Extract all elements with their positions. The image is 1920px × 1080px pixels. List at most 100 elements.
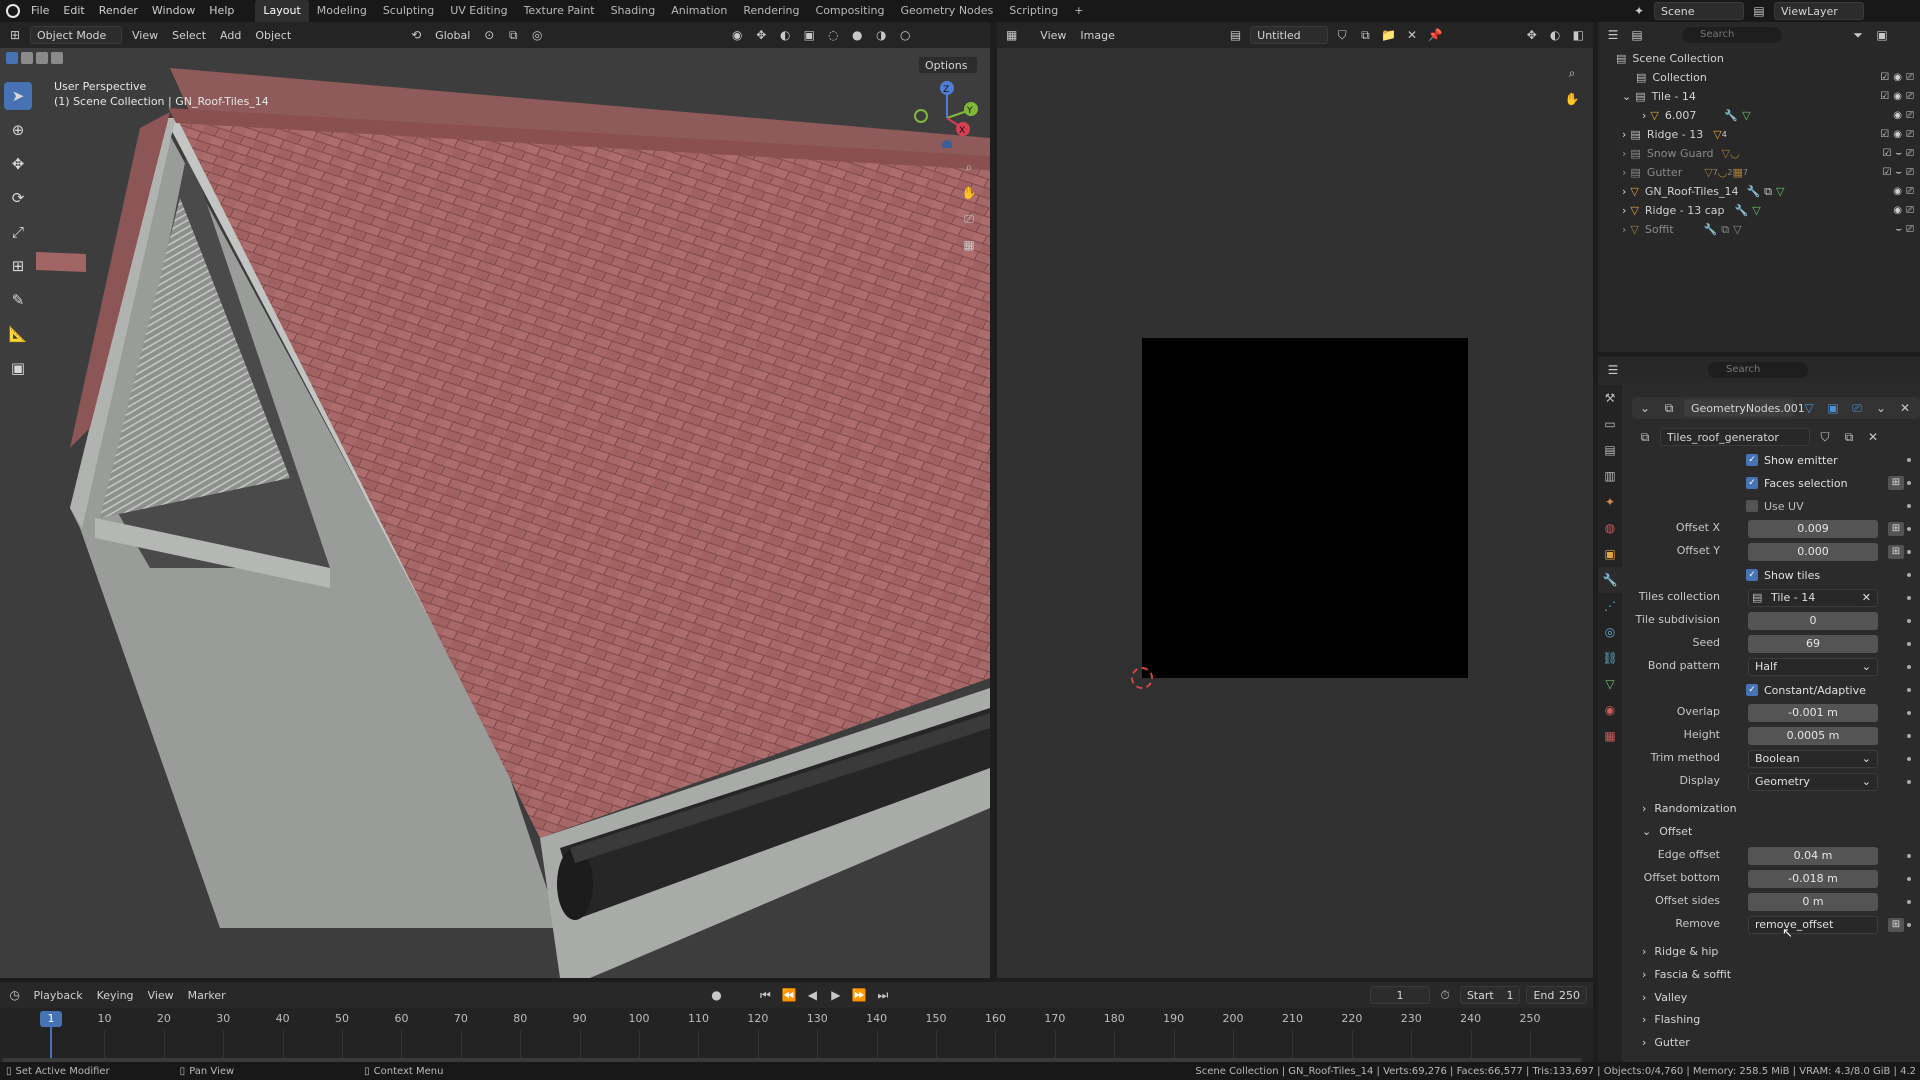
outliner-type-icon[interactable]: ☰ bbox=[1604, 26, 1622, 44]
eye-icon[interactable]: ◉ bbox=[1893, 205, 1902, 216]
camera-icon[interactable]: ⎚ bbox=[1906, 72, 1914, 83]
eye-hidden-icon[interactable]: ⌣ bbox=[1895, 167, 1902, 178]
clear-icon[interactable]: ✕ bbox=[1862, 590, 1871, 606]
image-canvas[interactable] bbox=[1142, 338, 1468, 678]
xray-icon[interactable]: ▣ bbox=[800, 26, 818, 44]
filter-icon[interactable]: ⏷ bbox=[1849, 26, 1867, 44]
bond-pattern-select[interactable]: Half ⌄ bbox=[1748, 658, 1878, 676]
duplicate-icon[interactable]: ⧉ bbox=[1840, 428, 1858, 446]
gizmo-icon[interactable]: ✥ bbox=[752, 26, 770, 44]
scene-tab-icon[interactable]: ✦ bbox=[1598, 489, 1622, 515]
properties-search-input[interactable]: Search bbox=[1708, 362, 1808, 378]
checkbox-icon[interactable]: ☑ bbox=[1880, 91, 1889, 102]
image-pan-icon[interactable]: ✋ bbox=[1563, 90, 1581, 108]
tab-compositing[interactable]: Compositing bbox=[808, 0, 893, 22]
unlink-icon[interactable]: ✕ bbox=[1864, 428, 1882, 446]
visibility-icon[interactable]: ◉ bbox=[728, 26, 746, 44]
new-collection-icon[interactable]: ▣ bbox=[1873, 26, 1891, 44]
constraints-tab-icon[interactable]: ⛓ bbox=[1598, 645, 1622, 671]
render-toggle-icon[interactable]: ⎚ bbox=[1848, 399, 1866, 417]
tab-shading[interactable]: Shading bbox=[603, 0, 664, 22]
keyframe-dot[interactable] bbox=[1907, 877, 1911, 881]
annotate-tool-icon[interactable]: ✎ bbox=[4, 286, 32, 314]
snap-icon[interactable]: ⧉ bbox=[504, 26, 522, 44]
seed-field[interactable]: 69 bbox=[1748, 635, 1878, 653]
edit-mode-toggle-icon[interactable]: ▽ bbox=[1800, 399, 1818, 417]
scale-tool-icon[interactable]: ⤢ bbox=[4, 218, 32, 246]
trim-method-select[interactable]: Boolean ⌄ bbox=[1748, 750, 1878, 768]
dropdown-icon[interactable]: ⌄ bbox=[1872, 399, 1890, 417]
timeline-menu-marker[interactable]: Marker bbox=[184, 989, 230, 1002]
unlink-image-icon[interactable]: ✕ bbox=[1403, 26, 1420, 44]
keyframe-dot[interactable] bbox=[1907, 757, 1911, 761]
image-browse-icon[interactable]: ▤ bbox=[1227, 26, 1244, 44]
mode-selector[interactable]: Object Mode bbox=[30, 26, 122, 44]
render-tab-icon[interactable]: ▭ bbox=[1598, 411, 1622, 437]
chevron-right-icon[interactable]: › bbox=[1622, 204, 1626, 217]
chevron-down-icon[interactable]: ⌄ bbox=[1622, 90, 1631, 103]
image-editor-canvas[interactable]: ⌕ ✋ bbox=[997, 48, 1593, 978]
wireframe-shading-icon[interactable]: ◌ bbox=[824, 26, 842, 44]
offset-y-field[interactable]: 0.000 bbox=[1748, 543, 1878, 561]
view-layer-tab-icon[interactable]: ▥ bbox=[1598, 463, 1622, 489]
camera-icon[interactable]: ⎚ bbox=[1906, 186, 1914, 197]
outliner-search-input[interactable]: Search bbox=[1682, 27, 1782, 43]
output-tab-icon[interactable]: ▤ bbox=[1598, 437, 1622, 463]
eye-icon[interactable]: ◉ bbox=[1893, 72, 1902, 83]
attribute-toggle-icon[interactable]: ⊞ bbox=[1888, 476, 1904, 490]
physics-tab-icon[interactable]: ◎ bbox=[1598, 619, 1622, 645]
scene-selector[interactable]: Scene bbox=[1654, 2, 1744, 20]
modifier-tab-icon[interactable]: 🔧 bbox=[1598, 567, 1622, 593]
grid-icon[interactable]: ▦ bbox=[960, 236, 978, 254]
keyframe-dot[interactable] bbox=[1907, 573, 1911, 577]
chevron-right-icon[interactable]: › bbox=[1642, 109, 1646, 122]
select-box-tool-icon[interactable]: ➤ bbox=[4, 82, 32, 110]
keyframe-dot[interactable] bbox=[1907, 481, 1911, 485]
tab-animation[interactable]: Animation bbox=[663, 0, 735, 22]
offset-x-field[interactable]: 0.009 bbox=[1748, 520, 1878, 538]
data-tab-icon[interactable]: ▽ bbox=[1598, 671, 1622, 697]
start-frame-field[interactable]: Start 1 bbox=[1459, 986, 1521, 1004]
prev-keyframe-icon[interactable]: ⏪ bbox=[780, 986, 797, 1004]
3d-viewport[interactable]: User Perspective (1) Scene Collection | … bbox=[0, 48, 990, 978]
attribute-toggle-icon[interactable]: ⊞ bbox=[1888, 545, 1904, 559]
checkbox-icon[interactable]: ☑ bbox=[1882, 148, 1891, 159]
timeline-menu-playback[interactable]: Playback bbox=[29, 989, 86, 1002]
outliner-row-tile-14[interactable]: ⌄ ▤ Tile - 14 ☑ ◉ ⎚ bbox=[1598, 87, 1920, 106]
eye-hidden-icon[interactable]: ⌣ bbox=[1895, 224, 1902, 235]
zoom-icon[interactable]: ⌕ bbox=[960, 158, 978, 176]
viewport-menu-add[interactable]: Add bbox=[216, 29, 245, 42]
keyframe-dot[interactable] bbox=[1907, 734, 1911, 738]
camera-icon[interactable]: ⎚ bbox=[1906, 224, 1914, 235]
solid-shading-icon[interactable]: ● bbox=[848, 26, 866, 44]
properties-type-icon[interactable]: ☰ bbox=[1604, 361, 1622, 379]
chevron-right-icon[interactable]: › bbox=[1622, 147, 1626, 160]
keyframe-dot[interactable] bbox=[1907, 527, 1911, 531]
keyframe-dot[interactable] bbox=[1907, 619, 1911, 623]
preview-range-icon[interactable]: ⏱ bbox=[1436, 986, 1453, 1004]
tab-uv-editing[interactable]: UV Editing bbox=[442, 0, 515, 22]
material-shading-icon[interactable]: ◑ bbox=[872, 26, 890, 44]
keyframe-dot[interactable] bbox=[1907, 550, 1911, 554]
pivot-icon[interactable]: ⊙ bbox=[480, 26, 498, 44]
timeline-ruler[interactable]: 1 10 20 30 40 50 60 70 80 90 100 110 120 130 140 150 16… bbox=[0, 1008, 1593, 1064]
image-editor-type-icon[interactable]: ▦ bbox=[1003, 26, 1020, 44]
options-button[interactable]: Options bbox=[918, 56, 978, 74]
select-new-icon[interactable] bbox=[6, 52, 18, 64]
outliner-row-ridge-13-cap[interactable]: › ▽ Ridge - 13 cap 🔧 ▽ ◉ ⎚ bbox=[1598, 201, 1920, 220]
offset-bottom-field[interactable]: -0.018 m bbox=[1748, 870, 1878, 888]
tab-geometry-nodes[interactable]: Geometry Nodes bbox=[892, 0, 1001, 22]
measure-tool-icon[interactable]: 📐 bbox=[4, 320, 32, 348]
rotate-tool-icon[interactable]: ⟳ bbox=[4, 184, 32, 212]
keyframe-dot[interactable] bbox=[1907, 780, 1911, 784]
tab-layout[interactable]: Layout bbox=[255, 0, 309, 22]
tab-modeling[interactable]: Modeling bbox=[309, 0, 375, 22]
overlap-field[interactable]: -0.001 m bbox=[1748, 704, 1878, 722]
select-extend-icon[interactable] bbox=[21, 52, 33, 64]
cursor-tool-icon[interactable]: ⊕ bbox=[4, 116, 32, 144]
editor-type-icon[interactable]: ⊞ bbox=[6, 26, 24, 44]
play-reverse-icon[interactable]: ◀ bbox=[804, 986, 821, 1004]
material-tab-icon[interactable]: ◉ bbox=[1598, 697, 1622, 723]
play-icon[interactable]: ▶ bbox=[827, 986, 844, 1004]
modifier-name-field[interactable]: GeometryNodes.001 bbox=[1684, 399, 1805, 417]
